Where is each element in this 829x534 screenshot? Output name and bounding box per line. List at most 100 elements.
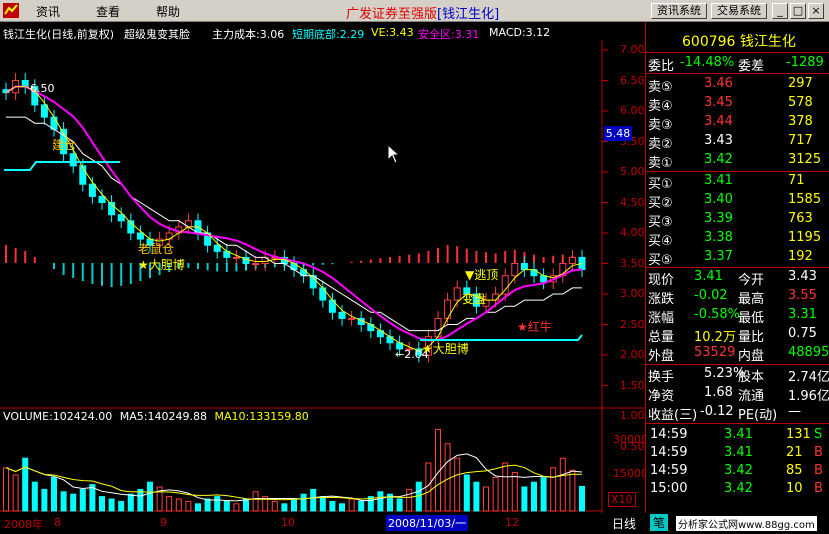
stat-value: 53529 [694,345,736,360]
stat-label: 现价 [648,273,675,288]
bianpan-label: 变盘 [462,292,487,306]
tick-side: B [814,481,823,496]
bid-row: 买② 3.40 1585 [646,191,829,211]
price-tick: 6.50 [620,73,645,87]
bid-row: 买③ 3.39 763 [646,210,829,230]
price-tick: 2.00 [620,348,645,361]
bid-volume: 1585 [788,192,822,207]
tick-row: 14:59 3.41 21 B [646,444,829,463]
volume-bar [281,503,288,512]
close-button[interactable]: × [808,3,824,19]
volume-bar [99,496,105,512]
watermark: 分析家公式网www.88gg.com [676,516,817,531]
volume-bar [348,498,355,512]
volume-bar [483,486,489,512]
kline-chart[interactable] [0,22,645,513]
stat-value: 3.41 [694,269,723,284]
menu-info[interactable]: 资讯 [36,3,60,20]
date-label-12: 12 [505,516,519,529]
volume-bar [223,500,230,512]
candle-body [319,287,327,301]
candle-body [232,256,240,259]
volume-bar [166,496,173,512]
volume-bar [175,498,182,512]
date-label-8: 8 [54,516,61,529]
tick-side: B [814,463,823,478]
stat-value: 48895 [788,345,829,360]
volume-bar [12,474,19,512]
menu-view[interactable]: 查看 [96,3,120,20]
candle-body [511,263,519,277]
current-price-flag: 5.48 [604,126,632,141]
vol-ma5-value: MA5:140249.88 [119,410,207,423]
dadan-label-1: ★大胆博 [138,258,185,272]
bid-price: 3.37 [704,249,733,264]
volume-bar [185,500,192,512]
ask-label: 卖④ [648,99,673,114]
stat-value: 3.43 [788,269,817,284]
price-tick: 3.00 [620,287,645,300]
stat-label: 最高 [738,292,765,307]
menu-help[interactable]: 帮助 [156,3,180,20]
ask-label: 卖⑤ [648,80,673,95]
tab-bi[interactable]: 笔 [650,514,669,531]
date-label-9: 9 [160,516,167,529]
volume-bar [127,493,134,512]
volume-bar [41,488,48,512]
trade-system-button[interactable]: 交易系统 [711,3,767,19]
price-tick: 2.50 [620,317,645,331]
price-tick: 4.00 [620,226,645,239]
fin-label: 收益(三) [648,408,698,423]
tick-volume: 10 [786,481,803,496]
weibi-value: -14.48% [680,55,735,70]
tick-price: 3.41 [724,445,753,460]
stat-row: 涨幅 -0.58% 最低 3.31 [646,306,829,326]
bid-volume: 192 [788,249,813,264]
tick-row: 14:59 3.42 85 B [646,462,829,481]
candle-body [252,263,260,265]
volume-bar [79,488,86,512]
volume-bar [252,491,259,512]
weicha-value: -1289 [786,55,824,70]
tab-daily[interactable]: 日线 [612,515,636,532]
bid-label: 买⑤ [648,253,673,268]
ask-label: 卖③ [648,118,673,133]
price-tick: 7.00 [620,43,645,56]
date-label-2008: 2008年 [4,518,43,531]
ma-fast-line [5,86,583,352]
bid-price: 3.41 [704,173,733,188]
weicha-label: 委差 [738,59,765,74]
ask-volume: 578 [788,95,813,110]
tick-time: 14:59 [650,463,688,478]
fin-value: 1.68 [704,385,733,400]
bid-row: 买④ 3.38 1195 [646,229,829,249]
fin-value: — [788,404,801,419]
ask-price: 3.45 [704,95,733,110]
maximize-button[interactable]: □ [790,3,806,19]
volume-bar [406,488,413,512]
minimize-button[interactable]: _ [772,3,788,19]
bid-price: 3.39 [704,211,733,226]
weibi-label: 委比 [648,59,675,74]
panel-sep [646,52,829,53]
price-tick: 6.00 [620,104,645,117]
laoshu-label: 老鼠仓 [138,242,175,256]
fin-row: 收益(三) -0.12 PE(动) — [646,403,829,423]
volume-bar [377,491,384,512]
app-logo-icon [3,3,19,18]
info-system-button[interactable]: 资讯系统 [651,3,707,19]
volume-bar [559,457,566,512]
price-tick: 5.00 [620,165,645,178]
weibi-row: 委比 -14.48% 委差 -1289 [646,54,829,74]
volume-bar [271,500,278,512]
tick-volume: 21 [786,445,803,460]
panel-sep [646,423,829,424]
fin-value: 1.96亿 [788,389,829,404]
tick-time: 14:59 [650,445,688,460]
stat-label: 涨幅 [648,311,675,326]
volume-bar [521,486,528,512]
volume-bar [195,503,201,512]
price-tick: 3.50 [620,256,645,270]
bid-label: 买② [648,196,673,211]
candle-body [492,293,500,301]
